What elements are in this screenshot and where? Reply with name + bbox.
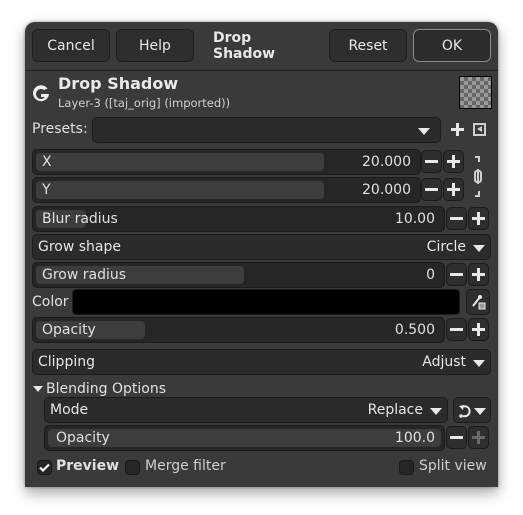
blend-mode-combo[interactable]: Mode Replace xyxy=(44,397,448,423)
offset-x-value: 20.000 xyxy=(362,154,411,170)
blur-radius-decrease-button[interactable] xyxy=(446,207,467,230)
plus-icon xyxy=(472,431,485,444)
plus-icon xyxy=(447,183,460,196)
reset-arrow-icon xyxy=(459,405,471,418)
opacity-increase-button[interactable] xyxy=(468,318,489,341)
blend-opacity-spinscale[interactable]: Opacity 100.0 xyxy=(44,425,445,451)
opacity-decrease-button[interactable] xyxy=(446,318,467,341)
blend-opacity-value: 100.0 xyxy=(394,430,435,446)
blend-opacity-decrease-button[interactable] xyxy=(446,426,467,449)
chain-link-icon[interactable] xyxy=(471,155,485,199)
ok-button[interactable]: OK xyxy=(413,29,491,62)
grow-radius-increase-button[interactable] xyxy=(468,263,489,286)
blend-mode-value: Replace xyxy=(367,402,423,418)
plus-icon xyxy=(472,323,485,336)
offset-x-spinscale[interactable]: X 20.000 xyxy=(32,149,421,175)
grow-radius-label: Grow radius xyxy=(42,267,127,283)
blending-options-label: Blending Options xyxy=(46,381,166,397)
add-preset-icon[interactable] xyxy=(451,123,464,136)
blend-mode-label: Mode xyxy=(50,402,89,418)
drop-shadow-dialog: Cancel Help Drop Shadow Reset OK Drop Sh… xyxy=(25,22,498,487)
blending-options-expander[interactable]: Blending Options xyxy=(33,381,166,397)
dialog-title: Drop Shadow xyxy=(213,29,276,62)
checkmark-icon xyxy=(39,463,50,472)
offset-y-label: Y xyxy=(42,182,51,198)
chevron-down-icon xyxy=(473,360,485,367)
grow-shape-combo[interactable]: Grow shape Circle xyxy=(32,234,491,260)
color-label: Color xyxy=(32,294,69,310)
chevron-down-icon xyxy=(418,128,430,135)
presets-combo[interactable] xyxy=(92,117,441,143)
grow-radius-value: 0 xyxy=(426,267,435,283)
blend-reset-button[interactable] xyxy=(453,397,491,423)
grow-radius-spinscale[interactable]: Grow radius 0 xyxy=(32,262,445,288)
plus-icon xyxy=(472,268,485,281)
minus-icon xyxy=(450,436,463,439)
offset-x-decrease-button[interactable] xyxy=(421,150,442,173)
header-bar: Cancel Help Drop Shadow Reset OK xyxy=(25,22,498,71)
color-picker-icon xyxy=(472,295,486,310)
offset-y-value: 20.000 xyxy=(362,182,411,198)
grow-shape-label: Grow shape xyxy=(38,239,122,255)
blend-opacity-increase-button[interactable] xyxy=(468,426,489,449)
filter-subtitle: Layer-3 ([taj_orig] (imported)) xyxy=(58,96,231,110)
clipping-value: Adjust xyxy=(422,354,466,370)
minus-icon xyxy=(450,217,463,220)
blur-radius-increase-button[interactable] xyxy=(468,207,489,230)
layer-preview-thumbnail xyxy=(459,76,492,109)
cancel-button[interactable]: Cancel xyxy=(32,29,110,62)
offset-x-fill xyxy=(36,153,324,171)
split-view-label: Split view xyxy=(419,458,487,474)
opacity-label: Opacity xyxy=(42,322,96,338)
opacity-spinscale[interactable]: Opacity 0.500 xyxy=(32,317,445,343)
help-button[interactable]: Help xyxy=(116,29,194,62)
blur-radius-label: Blur radius xyxy=(42,211,118,227)
opacity-value: 0.500 xyxy=(394,322,435,338)
color-swatch-button[interactable] xyxy=(72,289,460,315)
minus-icon xyxy=(425,188,438,191)
offset-x-label: X xyxy=(42,154,52,170)
grow-radius-decrease-button[interactable] xyxy=(446,263,467,286)
split-view-check-box[interactable] xyxy=(399,460,414,475)
color-picker-button[interactable] xyxy=(466,289,490,315)
offset-y-spinscale[interactable]: Y 20.000 xyxy=(32,177,421,203)
blur-radius-value: 10.00 xyxy=(394,211,435,227)
merge-filter-check-box[interactable] xyxy=(125,460,140,475)
minus-icon xyxy=(450,328,463,331)
blend-opacity-label: Opacity xyxy=(56,430,110,446)
chevron-down-icon xyxy=(430,408,442,415)
blur-radius-spinscale[interactable]: Blur radius 10.00 xyxy=(32,206,445,232)
preview-label: Preview xyxy=(56,458,120,474)
offset-x-increase-button[interactable] xyxy=(443,150,464,173)
offset-y-increase-button[interactable] xyxy=(443,178,464,201)
minus-icon xyxy=(425,160,438,163)
chevron-down-icon xyxy=(473,245,485,252)
merge-filter-label: Merge filter xyxy=(145,458,226,474)
presets-menu-icon[interactable] xyxy=(473,123,486,136)
gimp-logo-icon xyxy=(33,85,49,102)
grow-shape-value: Circle xyxy=(426,239,466,255)
presets-label: Presets: xyxy=(32,121,88,137)
filter-title: Drop Shadow xyxy=(58,74,179,93)
plus-icon xyxy=(472,212,485,225)
chevron-down-icon xyxy=(474,408,486,415)
clipping-combo[interactable]: Clipping Adjust xyxy=(32,349,491,375)
expander-triangle-icon xyxy=(33,386,43,392)
reset-button[interactable]: Reset xyxy=(329,29,407,62)
minus-icon xyxy=(450,273,463,276)
offset-y-decrease-button[interactable] xyxy=(421,178,442,201)
clipping-label: Clipping xyxy=(38,354,95,370)
offset-y-fill xyxy=(36,181,324,199)
preview-check-box[interactable] xyxy=(37,460,52,475)
plus-icon xyxy=(447,155,460,168)
